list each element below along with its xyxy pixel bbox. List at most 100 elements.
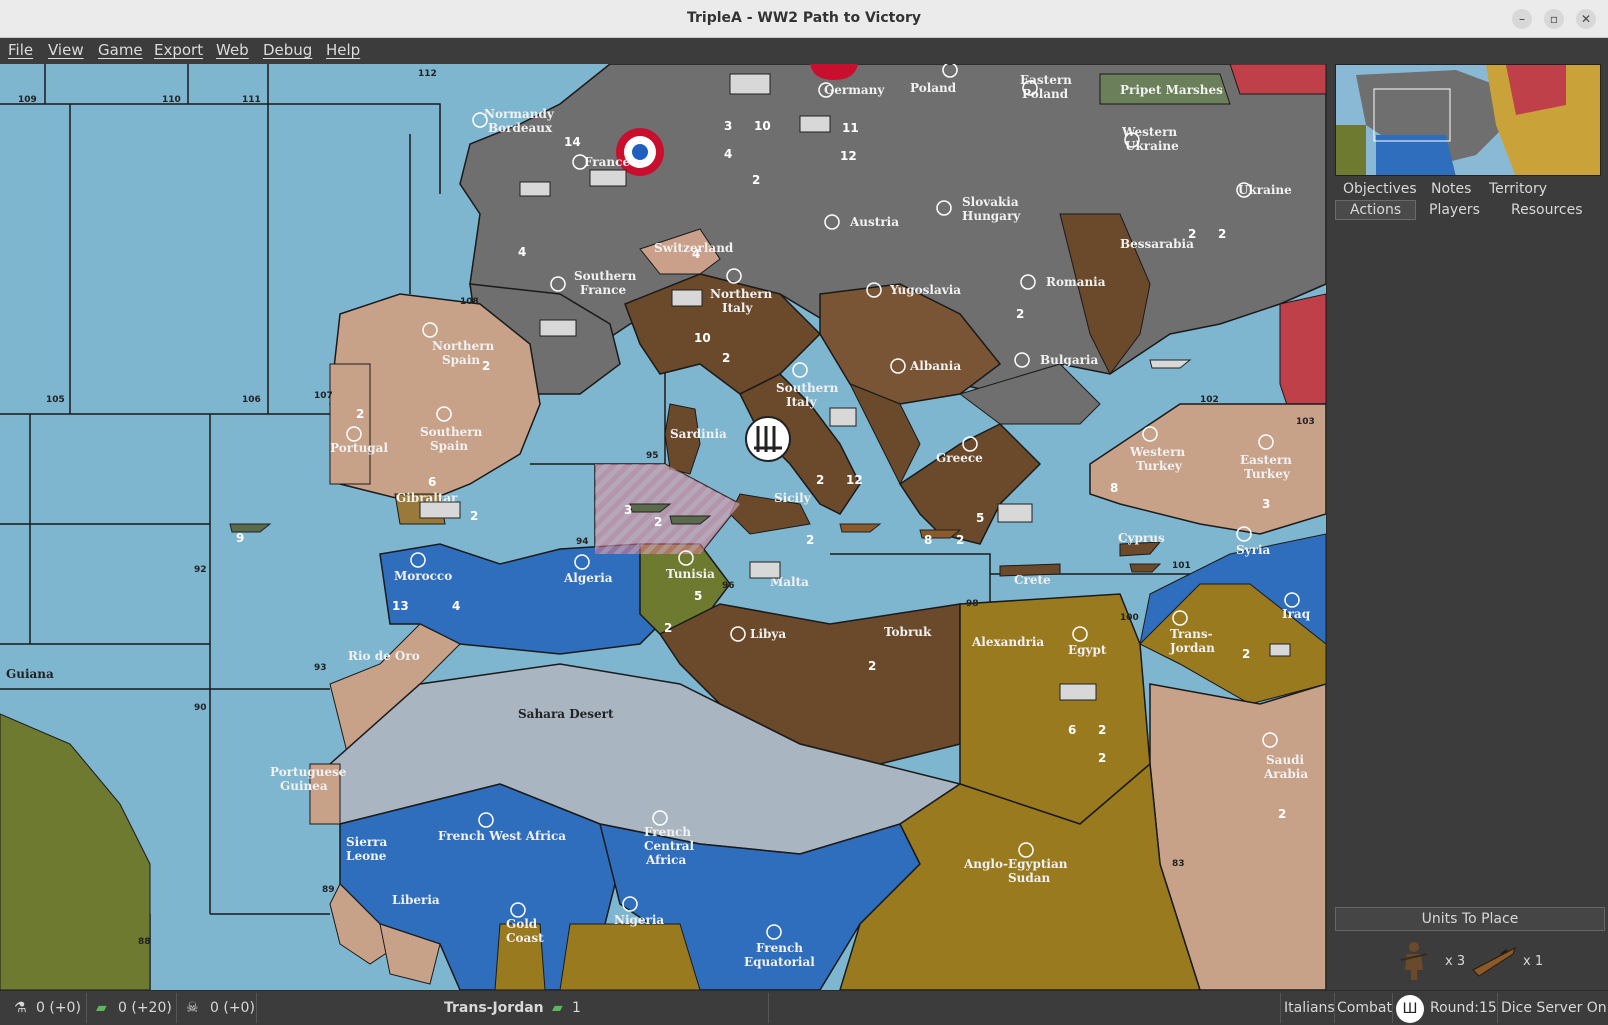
svg-text:4: 4 <box>518 245 526 259</box>
menu-game[interactable]: Game <box>98 41 143 59</box>
map-label-bessarabia: Bessarabia <box>1120 237 1194 251</box>
map-label-sardinia: Sardinia <box>670 427 727 441</box>
tab-players[interactable]: Players <box>1429 202 1480 218</box>
map-label-pripet: Pripet Marshes <box>1120 83 1223 97</box>
svg-text:94: 94 <box>576 537 589 547</box>
map-label-romania: Romania <box>1046 275 1106 289</box>
map-label-egypt: Egypt <box>1068 643 1107 657</box>
map-label-yugoslavia: Yugoslavia <box>889 283 961 297</box>
map-label-sudan-2: Sudan <box>1008 871 1051 885</box>
transport-ship-icon[interactable] <box>1471 940 1517 980</box>
map-label-southern-spain: Southern <box>420 425 483 439</box>
territory-greece[interactable] <box>898 423 1042 545</box>
svg-text:10: 10 <box>694 331 711 345</box>
tab-objectives[interactable]: Objectives <box>1343 181 1417 197</box>
svg-text:88: 88 <box>138 937 151 947</box>
map-label-northern-spain: Northern <box>432 339 495 353</box>
transport-count: x 1 <box>1523 954 1544 969</box>
map-label-normandy: Normandy <box>484 107 555 121</box>
svg-text:2: 2 <box>1218 227 1226 241</box>
map-label-tunisia: Tunisia <box>666 567 715 581</box>
map-label-french-equatorial: French <box>756 941 803 955</box>
tab-territory[interactable]: Territory <box>1489 181 1547 197</box>
svg-text:2: 2 <box>1016 307 1024 321</box>
svg-text:111: 111 <box>242 95 261 105</box>
svg-text:4: 4 <box>692 247 700 261</box>
svg-text:3: 3 <box>724 119 732 133</box>
map-label-trans-jordan: Trans- <box>1170 627 1213 641</box>
map-label-ukraine: Ukraine <box>1238 183 1292 197</box>
menu-web[interactable]: Web <box>216 41 249 59</box>
actions-panel-body <box>1335 227 1601 967</box>
svg-text:98: 98 <box>966 599 979 609</box>
map-label-eastern-poland: Eastern <box>1020 73 1072 87</box>
svg-text:2: 2 <box>722 351 730 365</box>
map-label-saudi-arabia-2: Arabia <box>1263 767 1308 781</box>
tech-icon: ⚗ <box>14 1000 27 1016</box>
menu-export[interactable]: Export <box>154 41 203 59</box>
svg-text:2: 2 <box>1242 647 1250 661</box>
tab-resources[interactable]: Resources <box>1511 202 1583 218</box>
map-label-gold-coast-2: Coast <box>506 931 544 945</box>
menu-view[interactable]: View <box>48 41 84 59</box>
game-map[interactable]: Normandy Bordeaux France Germany Poland … <box>0 64 1326 990</box>
right-panel: Objectives Notes Territory Actions Playe… <box>1326 64 1608 990</box>
map-label-portuguese-guinea: Portuguese <box>270 765 347 779</box>
svg-text:2: 2 <box>1098 751 1106 765</box>
svg-text:2: 2 <box>654 515 662 529</box>
map-label-sicily: Sicily <box>774 491 812 505</box>
map-label-northern-italy-2: Italy <box>722 301 753 315</box>
vps-value: 0 (+0) <box>210 1000 255 1016</box>
territory-russia-north[interactable] <box>1229 64 1326 95</box>
map-label-portuguese-guinea-2: Guinea <box>280 779 328 793</box>
svg-text:110: 110 <box>162 95 181 105</box>
map-label-tobruk: Tobruk <box>884 625 932 639</box>
map-label-liberia: Liberia <box>392 893 440 907</box>
units-to-place-title: Units To Place <box>1335 907 1605 931</box>
map-label-alexandria: Alexandria <box>971 635 1044 649</box>
menu-help[interactable]: Help <box>326 41 360 59</box>
tab-actions[interactable]: Actions <box>1335 200 1417 220</box>
close-button[interactable]: ✕ <box>1576 9 1596 29</box>
map-label-french-central-africa-2: Central <box>644 839 695 853</box>
map-label-morocco: Morocco <box>394 569 452 583</box>
territory-brazil[interactable] <box>0 713 151 990</box>
map-label-sierra-leone-2: Leone <box>346 849 387 863</box>
map-label-southern-italy: Southern <box>776 381 839 395</box>
territory-turkey[interactable] <box>1089 403 1326 535</box>
map-label-sierra-leone: Sierra <box>346 835 388 849</box>
map-label-syria: Syria <box>1236 543 1271 557</box>
map-label-french-central-africa-3: Africa <box>645 853 686 867</box>
infantry-icon[interactable] <box>1397 940 1431 980</box>
svg-text:107: 107 <box>314 391 333 401</box>
svg-text:6: 6 <box>428 475 436 489</box>
svg-text:2: 2 <box>1098 723 1106 737</box>
map-label-france: France <box>584 155 630 169</box>
menu-file[interactable]: File <box>8 41 33 59</box>
map-label-bulgaria: Bulgaria <box>1040 353 1098 367</box>
territory-portugal[interactable] <box>329 363 371 485</box>
svg-text:5: 5 <box>976 511 984 525</box>
svg-text:14: 14 <box>564 135 581 149</box>
map-label-french-equatorial-2: Equatorial <box>744 955 815 969</box>
status-player: Italians <box>1284 1000 1335 1016</box>
minimize-button[interactable]: – <box>1512 9 1532 29</box>
minimap[interactable] <box>1335 64 1601 176</box>
map-label-iraq: Iraq <box>1282 607 1311 621</box>
map-label-bordeaux: Bordeaux <box>488 121 553 135</box>
menu-debug[interactable]: Debug <box>263 41 312 59</box>
tab-notes[interactable]: Notes <box>1431 181 1471 197</box>
svg-text:2: 2 <box>868 659 876 673</box>
svg-text:101: 101 <box>1172 561 1191 571</box>
map-label-gold-coast: Gold <box>506 917 538 931</box>
svg-text:10: 10 <box>754 119 771 133</box>
map-label-eastern-turkey-2: Turkey <box>1244 467 1291 481</box>
status-phase: Combat <box>1337 1000 1392 1016</box>
contested-sea-zone-95[interactable] <box>595 464 740 554</box>
svg-text:2: 2 <box>470 509 478 523</box>
map-label-poland: Poland <box>910 81 957 95</box>
maximize-button[interactable]: ▫ <box>1544 9 1564 29</box>
map-label-hungary: Hungary <box>962 209 1021 223</box>
svg-text:4: 4 <box>724 147 732 161</box>
territory-nigeria[interactable] <box>559 923 701 990</box>
